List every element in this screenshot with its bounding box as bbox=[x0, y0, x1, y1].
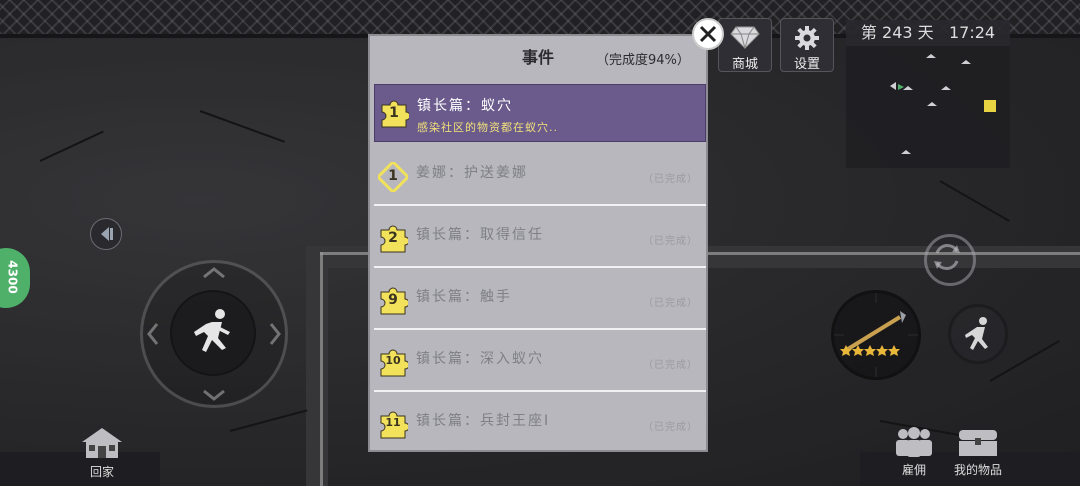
row-divider bbox=[374, 204, 706, 206]
running-man-icon bbox=[965, 317, 988, 350]
puzzle-piece-icon: 11 bbox=[378, 410, 410, 440]
day-time-display: 第 243 天 17:24 bbox=[846, 20, 1010, 46]
dodge-button[interactable] bbox=[948, 304, 1008, 364]
event-title: 镇长篇：取得信任 bbox=[416, 227, 544, 243]
event-title: 镇长篇：兵封王座I bbox=[416, 413, 551, 429]
home-button[interactable]: 回家 bbox=[78, 426, 126, 480]
treasure-chest-icon bbox=[959, 430, 997, 456]
clock-time: 17:24 bbox=[948, 23, 996, 42]
shop-label: 商城 bbox=[731, 57, 758, 72]
home-label: 回家 bbox=[89, 465, 114, 479]
day-number: 243 bbox=[882, 23, 913, 42]
diamond-icon bbox=[719, 25, 771, 51]
shop-button[interactable]: 商城 bbox=[718, 18, 772, 72]
close-icon bbox=[699, 25, 717, 43]
event-status: （已完成） bbox=[643, 360, 698, 371]
badge-number: 10 bbox=[385, 354, 401, 367]
settings-label: 设置 bbox=[793, 57, 820, 72]
badge-number: 9 bbox=[388, 292, 398, 308]
reload-button[interactable] bbox=[924, 234, 976, 286]
event-item-active[interactable]: 1 镇长篇：蚁穴感染社区的物资都在蚁穴.. bbox=[374, 84, 706, 142]
events-dialog: 事件 （完成度94%） 1 镇长篇：蚁穴 感染社区的物资都在蚁穴.. 1 姜娜：护送姜娜… bbox=[368, 34, 708, 452]
event-item[interactable]: 1 姜娜：护送姜娜 （已完成） bbox=[374, 148, 706, 206]
badge-number: 1 bbox=[388, 168, 398, 184]
hire-label: 雇佣 bbox=[901, 463, 926, 477]
crossbow-weapon-icon bbox=[830, 289, 922, 381]
diamond-badge-icon: 1 bbox=[375, 159, 411, 195]
event-item[interactable]: 10 镇长篇：深入蚁穴 （已完成） bbox=[374, 334, 706, 392]
puzzle-piece-icon: 9 bbox=[378, 286, 410, 316]
attack-button[interactable] bbox=[830, 289, 922, 381]
event-title: 姜娜：护送姜娜 bbox=[416, 165, 528, 181]
event-item[interactable]: 11 镇长篇：兵封王座I （已完成） bbox=[374, 396, 706, 450]
event-status: （已完成） bbox=[643, 298, 698, 309]
running-man-icon bbox=[194, 309, 230, 352]
badge-number: 2 bbox=[388, 230, 398, 246]
day-prefix: 第 bbox=[860, 23, 877, 42]
group-people-icon bbox=[896, 427, 932, 457]
event-subtitle: 感染社区的物资都在蚁穴.. bbox=[417, 121, 558, 134]
event-title: 镇长篇：触手 bbox=[416, 289, 512, 305]
reload-icon bbox=[934, 244, 960, 270]
event-title: 镇长篇：蚁穴 bbox=[417, 98, 513, 114]
event-status: （已完成） bbox=[643, 174, 698, 185]
minimap[interactable] bbox=[846, 46, 1010, 168]
puzzle-piece-icon: 2 bbox=[378, 224, 410, 254]
event-item[interactable]: 2 镇长篇：取得信任 （已完成） bbox=[374, 210, 706, 268]
sprint-joystick-knob[interactable] bbox=[170, 290, 256, 376]
puzzle-piece-icon: 1 bbox=[379, 99, 411, 129]
badge-number: 11 bbox=[385, 416, 401, 429]
settings-button[interactable]: 设置 bbox=[780, 18, 834, 72]
completion-progress: （完成度94%） bbox=[596, 53, 690, 68]
gear-icon bbox=[781, 25, 833, 51]
puzzle-piece-icon: 10 bbox=[378, 348, 410, 378]
close-button[interactable] bbox=[692, 18, 724, 50]
row-divider bbox=[374, 390, 706, 392]
hire-button[interactable]: 雇佣 bbox=[882, 426, 946, 478]
day-suffix: 天 bbox=[917, 23, 934, 42]
row-divider bbox=[374, 328, 706, 330]
minimap-icons bbox=[890, 54, 996, 154]
house-icon bbox=[82, 428, 122, 458]
my-items-label: 我的物品 bbox=[953, 463, 1002, 477]
back-icon[interactable] bbox=[90, 218, 122, 250]
event-title: 镇长篇：深入蚁穴 bbox=[416, 351, 544, 367]
row-divider bbox=[374, 266, 706, 268]
event-item[interactable]: 9 镇长篇：触手 （已完成） bbox=[374, 272, 706, 330]
event-status: （已完成） bbox=[643, 422, 698, 433]
event-status: （已完成） bbox=[643, 236, 698, 247]
badge-number: 1 bbox=[389, 105, 399, 121]
currency-value: 4300 bbox=[5, 260, 20, 294]
my-items-button[interactable]: 我的物品 bbox=[946, 426, 1010, 478]
